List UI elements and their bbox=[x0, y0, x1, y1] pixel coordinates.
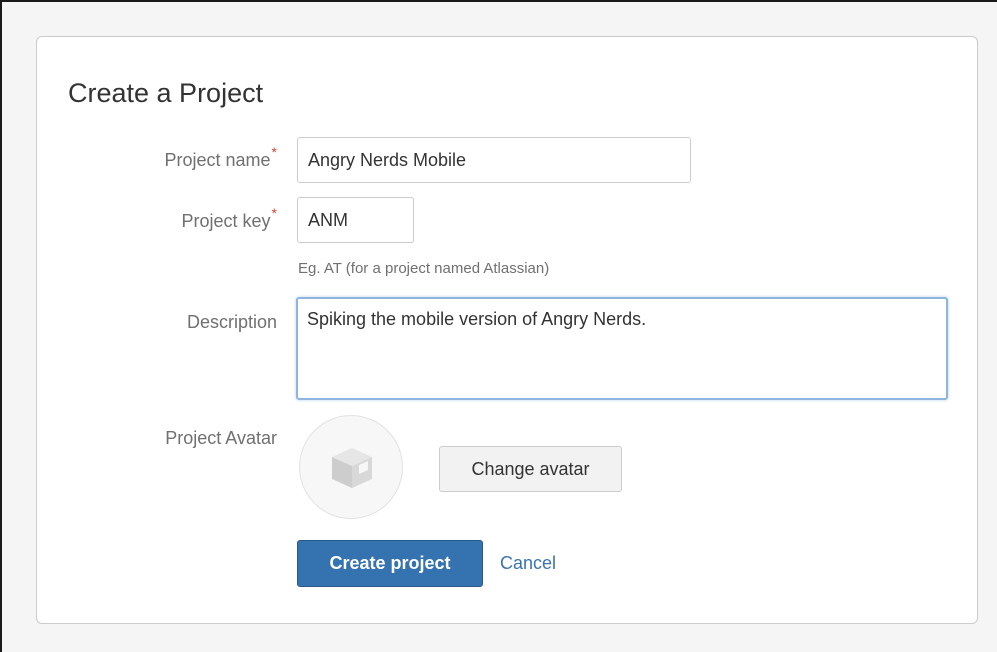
project-avatar-label-text: Project Avatar bbox=[165, 428, 277, 448]
project-key-label-text: Project key bbox=[181, 211, 271, 231]
required-marker: * bbox=[271, 144, 277, 160]
description-label-text: Description bbox=[186, 312, 277, 332]
project-key-input[interactable] bbox=[297, 197, 414, 243]
create-project-dialog: Create a Project Project name* Project k… bbox=[36, 36, 978, 624]
cancel-link[interactable]: Cancel bbox=[500, 551, 556, 575]
project-avatar bbox=[299, 415, 403, 519]
window-frame-top bbox=[0, 0, 997, 2]
project-name-label: Project name* bbox=[37, 144, 277, 173]
project-key-label: Project key* bbox=[37, 205, 278, 234]
project-key-hint: Eg. AT (for a project named Atlassian) bbox=[298, 260, 550, 277]
create-project-button[interactable]: Create project bbox=[297, 540, 483, 587]
box-icon bbox=[332, 448, 372, 488]
change-avatar-button[interactable]: Change avatar bbox=[439, 446, 622, 492]
project-name-label-text: Project name bbox=[164, 150, 271, 170]
required-marker: * bbox=[271, 205, 277, 221]
project-name-input[interactable] bbox=[297, 137, 691, 183]
window-frame-left bbox=[0, 0, 2, 652]
project-avatar-label: Project Avatar bbox=[37, 426, 277, 450]
description-label: Description bbox=[37, 310, 277, 334]
description-textarea[interactable]: Spiking the mobile version of Angry Nerd… bbox=[296, 297, 948, 400]
dialog-title: Create a Project bbox=[68, 78, 264, 108]
